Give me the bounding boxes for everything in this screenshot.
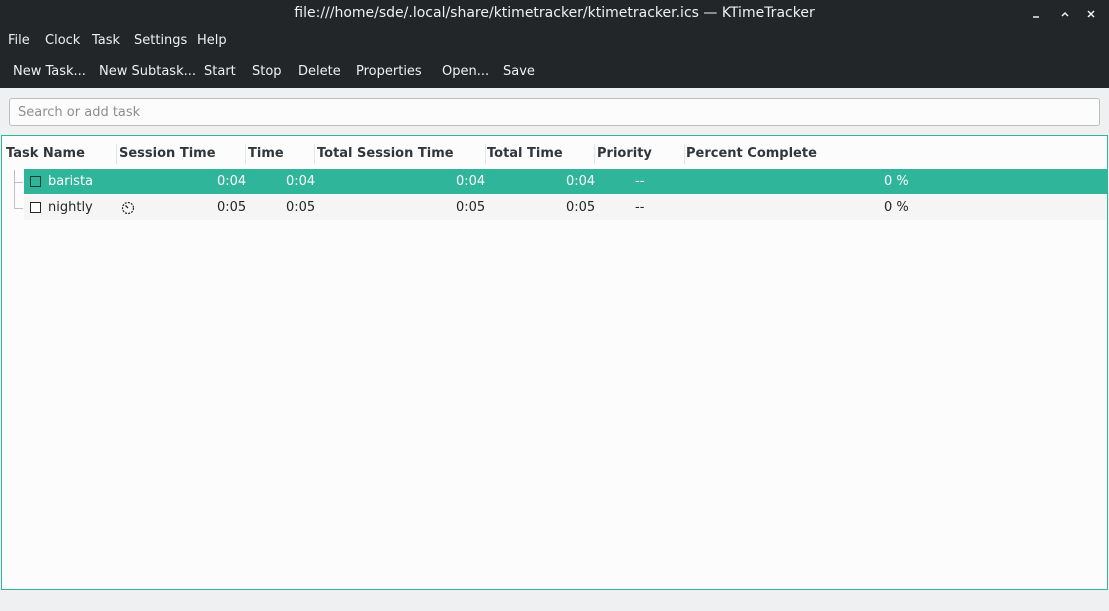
tree-branch-line bbox=[14, 170, 15, 208]
title-bar: file:///home/sde/.local/share/ktimetrack… bbox=[0, 0, 1109, 28]
column-header-priority[interactable]: Priority bbox=[597, 146, 652, 161]
task-checkbox[interactable] bbox=[30, 176, 41, 187]
column-divider[interactable] bbox=[684, 144, 685, 164]
close-icon[interactable] bbox=[1081, 4, 1101, 24]
menu-settings[interactable]: Settings bbox=[134, 33, 187, 48]
session-time: 0:05 bbox=[217, 200, 247, 215]
column-divider[interactable] bbox=[485, 144, 486, 164]
status-bar bbox=[0, 591, 1109, 611]
percent-complete: 0 % bbox=[884, 174, 909, 189]
total-session-time: 0:05 bbox=[456, 200, 486, 215]
menu-help[interactable]: Help bbox=[197, 33, 227, 48]
column-header-task-name[interactable]: Task Name bbox=[6, 146, 85, 161]
total-time: 0:04 bbox=[566, 174, 596, 189]
column-divider[interactable] bbox=[594, 144, 595, 164]
column-header-total-time[interactable]: Total Time bbox=[487, 146, 563, 161]
task-name: nightly bbox=[48, 200, 93, 215]
column-divider[interactable] bbox=[116, 144, 117, 164]
column-header-time[interactable]: Time bbox=[248, 146, 284, 161]
session-time: 0:04 bbox=[217, 174, 247, 189]
priority: -- bbox=[635, 174, 645, 189]
new-task-button[interactable]: New Task... bbox=[13, 64, 86, 79]
window-title: file:///home/sde/.local/share/ktimetrack… bbox=[294, 5, 815, 21]
tree-branch-line bbox=[14, 182, 23, 183]
toolbar: New Task... New Subtask... Start Stop De… bbox=[0, 54, 1109, 88]
menu-clock[interactable]: Clock bbox=[45, 33, 80, 48]
total-session-time: 0:04 bbox=[456, 174, 486, 189]
minimize-icon[interactable] bbox=[1027, 4, 1047, 24]
column-header-session-time[interactable]: Session Time bbox=[119, 146, 216, 161]
time: 0:05 bbox=[286, 200, 316, 215]
search-input[interactable]: Search or add task bbox=[9, 98, 1100, 126]
task-checkbox[interactable] bbox=[30, 202, 41, 213]
task-name: barista bbox=[48, 174, 94, 189]
time: 0:04 bbox=[286, 174, 316, 189]
column-divider[interactable] bbox=[245, 144, 246, 164]
total-time: 0:05 bbox=[566, 200, 596, 215]
save-button[interactable]: Save bbox=[503, 64, 535, 79]
tree-branch-line bbox=[14, 208, 23, 209]
menu-file[interactable]: File bbox=[8, 33, 30, 48]
search-placeholder: Search or add task bbox=[18, 105, 141, 120]
table-row[interactable]: nightly 0:05 0:05 0:05 0:05 -- 0 % bbox=[24, 195, 1107, 220]
stop-button[interactable]: Stop bbox=[252, 64, 282, 79]
open-button[interactable]: Open... bbox=[442, 64, 489, 79]
column-divider[interactable] bbox=[314, 144, 315, 164]
properties-button[interactable]: Properties bbox=[356, 64, 422, 79]
clock-icon bbox=[121, 201, 135, 215]
menu-bar: File Clock Task Settings Help bbox=[0, 28, 1109, 54]
percent-complete: 0 % bbox=[884, 200, 909, 215]
menu-task[interactable]: Task bbox=[92, 33, 120, 48]
table-row[interactable]: barista 0:04 0:04 0:04 0:04 -- 0 % bbox=[24, 169, 1107, 194]
new-subtask-button[interactable]: New Subtask... bbox=[99, 64, 196, 79]
delete-button[interactable]: Delete bbox=[298, 64, 341, 79]
column-header-percent-complete[interactable]: Percent Complete bbox=[686, 146, 817, 161]
restore-icon[interactable] bbox=[1055, 4, 1075, 24]
task-tree[interactable]: Task Name Session Time Time Total Sessio… bbox=[1, 135, 1108, 590]
priority: -- bbox=[635, 200, 645, 215]
column-header-total-session-time[interactable]: Total Session Time bbox=[317, 146, 454, 161]
start-button[interactable]: Start bbox=[204, 64, 236, 79]
